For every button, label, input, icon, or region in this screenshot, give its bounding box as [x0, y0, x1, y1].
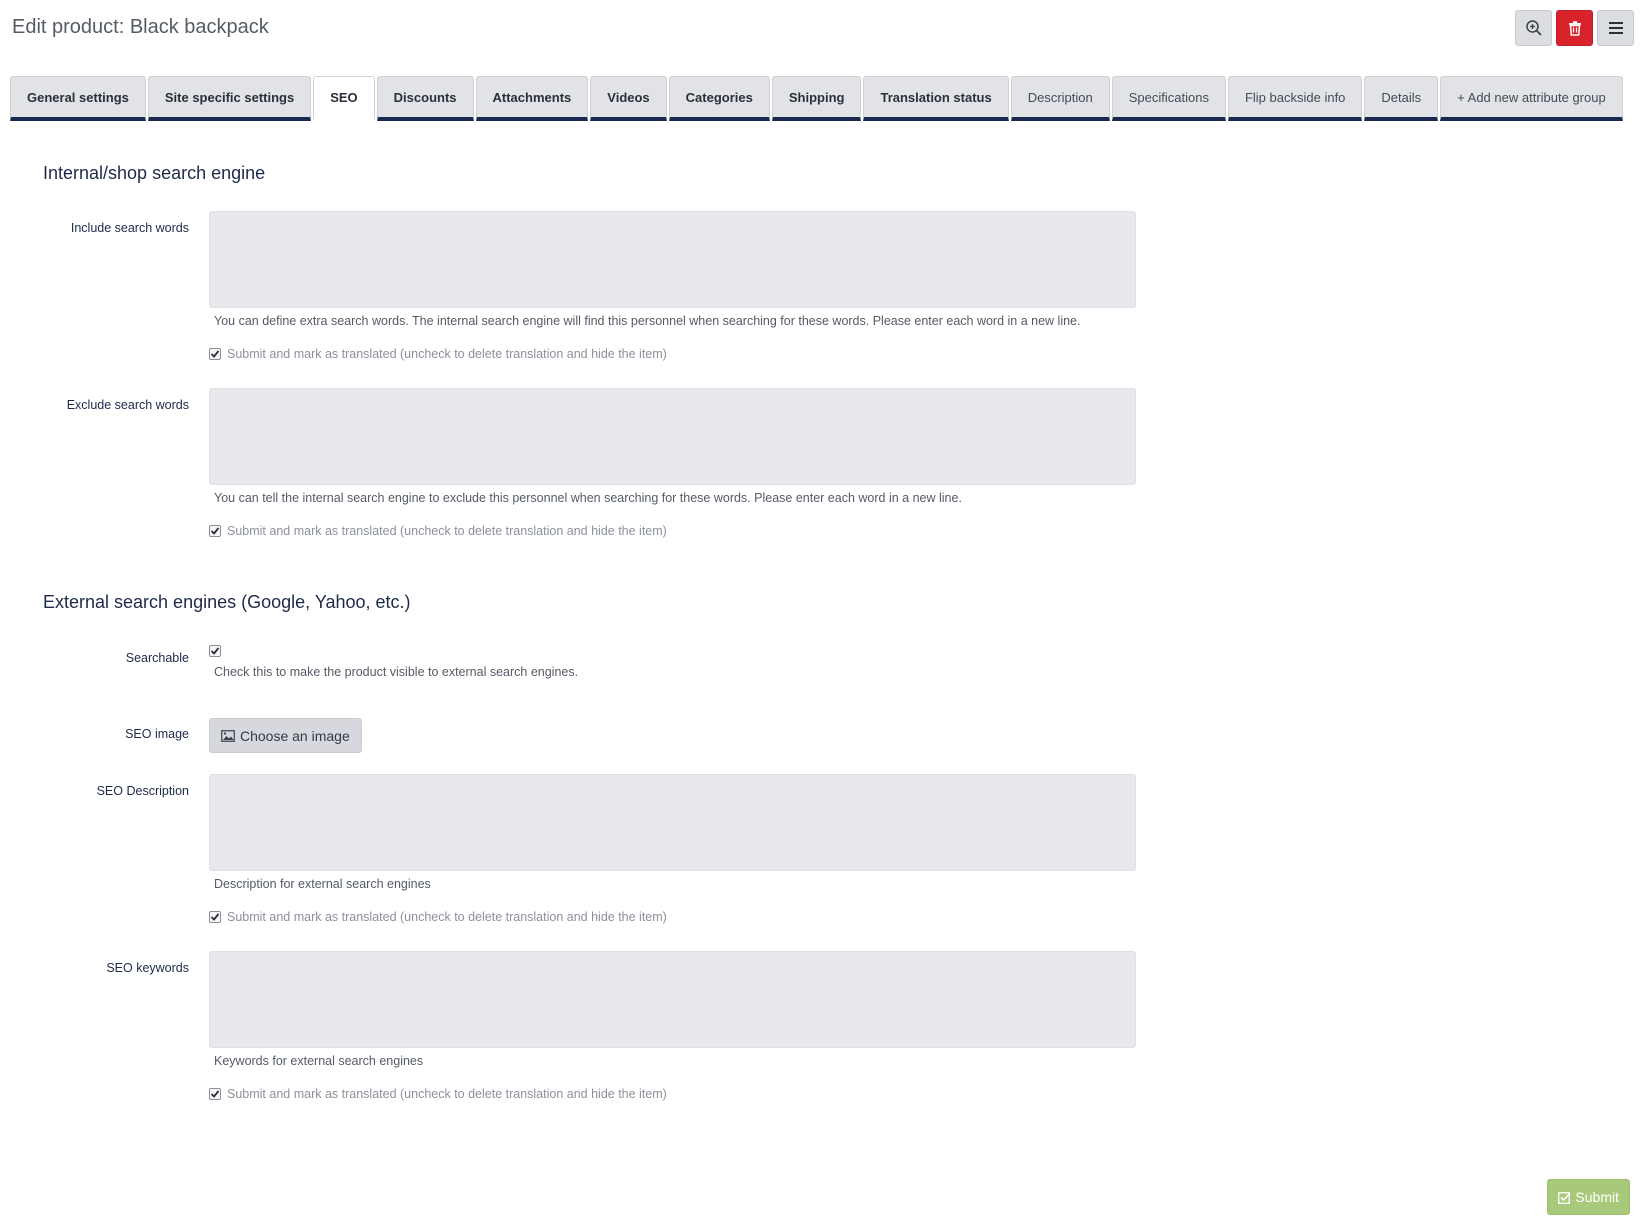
- hamburger-icon: [1608, 22, 1623, 34]
- check-icon: [210, 647, 220, 655]
- check-icon: [210, 350, 220, 358]
- section-title-internal: Internal/shop search engine: [43, 163, 266, 183]
- tab-shipping[interactable]: Shipping: [771, 76, 862, 121]
- exclude-translated-row: Submit and mark as translated (uncheck t…: [209, 524, 667, 538]
- zoom-button[interactable]: [1515, 10, 1552, 46]
- seo-description-help: Description for external search engines: [214, 877, 431, 891]
- seo-keywords-translated-label: Submit and mark as translated (uncheck t…: [227, 1087, 667, 1101]
- searchable-help: Check this to make the product visible t…: [214, 665, 579, 679]
- submit-button[interactable]: Submit: [1547, 1179, 1630, 1215]
- seo-description-input[interactable]: [209, 774, 1136, 871]
- tab-add-attribute-group[interactable]: + Add new attribute group: [1440, 76, 1623, 121]
- seo-description-translated-label: Submit and mark as translated (uncheck t…: [227, 910, 667, 924]
- delete-button[interactable]: [1556, 10, 1593, 46]
- seo-description-translated-checkbox[interactable]: [209, 911, 221, 923]
- choose-image-button[interactable]: Choose an image: [209, 718, 362, 753]
- tab-videos[interactable]: Videos: [590, 76, 667, 121]
- seo-keywords-label: SEO keywords: [106, 961, 189, 975]
- searchable-row: [209, 645, 221, 657]
- tab-specifications[interactable]: Specifications: [1111, 76, 1226, 121]
- tab-description[interactable]: Description: [1010, 76, 1110, 121]
- tab-bar: General settings Site specific settings …: [10, 76, 1623, 121]
- trash-icon: [1568, 21, 1581, 36]
- exclude-translated-checkbox[interactable]: [209, 525, 221, 537]
- tab-attachments[interactable]: Attachments: [475, 76, 589, 121]
- image-icon: [221, 729, 235, 742]
- tab-details[interactable]: Details: [1364, 76, 1439, 121]
- include-search-words-label: Include search words: [70, 221, 189, 235]
- tab-translation-status[interactable]: Translation status: [863, 76, 1009, 121]
- top-actions: [1515, 10, 1634, 46]
- tab-discounts[interactable]: Discounts: [376, 76, 474, 121]
- tab-site-specific-settings[interactable]: Site specific settings: [147, 76, 312, 121]
- tab-flip-backside-info[interactable]: Flip backside info: [1227, 76, 1363, 121]
- exclude-translated-label: Submit and mark as translated (uncheck t…: [227, 524, 667, 538]
- include-translated-checkbox[interactable]: [209, 348, 221, 360]
- include-translated-label: Submit and mark as translated (uncheck t…: [227, 347, 667, 361]
- include-search-words-input[interactable]: [209, 211, 1136, 308]
- include-search-words-help: You can define extra search words. The i…: [214, 314, 1081, 328]
- seo-image-label: SEO image: [125, 727, 189, 741]
- check-icon: [210, 913, 220, 921]
- page-title: Edit product: Black backpack: [12, 16, 269, 38]
- seo-keywords-translated-row: Submit and mark as translated (uncheck t…: [209, 1087, 667, 1101]
- exclude-search-words-input[interactable]: [209, 388, 1136, 485]
- menu-button[interactable]: [1597, 10, 1634, 46]
- submit-label: Submit: [1575, 1189, 1619, 1205]
- seo-keywords-translated-checkbox[interactable]: [209, 1088, 221, 1100]
- exclude-search-words-label: Exclude search words: [66, 398, 189, 412]
- seo-description-translated-row: Submit and mark as translated (uncheck t…: [209, 910, 667, 924]
- seo-description-label: SEO Description: [96, 784, 189, 798]
- magnifier-plus-icon: [1525, 20, 1542, 36]
- searchable-checkbox[interactable]: [209, 645, 221, 657]
- section-title-external: External search engines (Google, Yahoo, …: [43, 592, 411, 612]
- tab-categories[interactable]: Categories: [668, 76, 770, 121]
- tab-seo[interactable]: SEO: [313, 76, 375, 121]
- searchable-label: Searchable: [125, 651, 189, 665]
- seo-keywords-help: Keywords for external search engines: [214, 1054, 424, 1068]
- check-square-icon: [1558, 1191, 1572, 1204]
- include-translated-row: Submit and mark as translated (uncheck t…: [209, 347, 667, 361]
- tab-general-settings[interactable]: General settings: [10, 76, 146, 121]
- check-icon: [210, 1090, 220, 1098]
- seo-keywords-input[interactable]: [209, 951, 1136, 1048]
- exclude-search-words-help: You can tell the internal search engine …: [214, 491, 962, 505]
- check-icon: [210, 527, 220, 535]
- choose-image-label: Choose an image: [240, 727, 350, 744]
